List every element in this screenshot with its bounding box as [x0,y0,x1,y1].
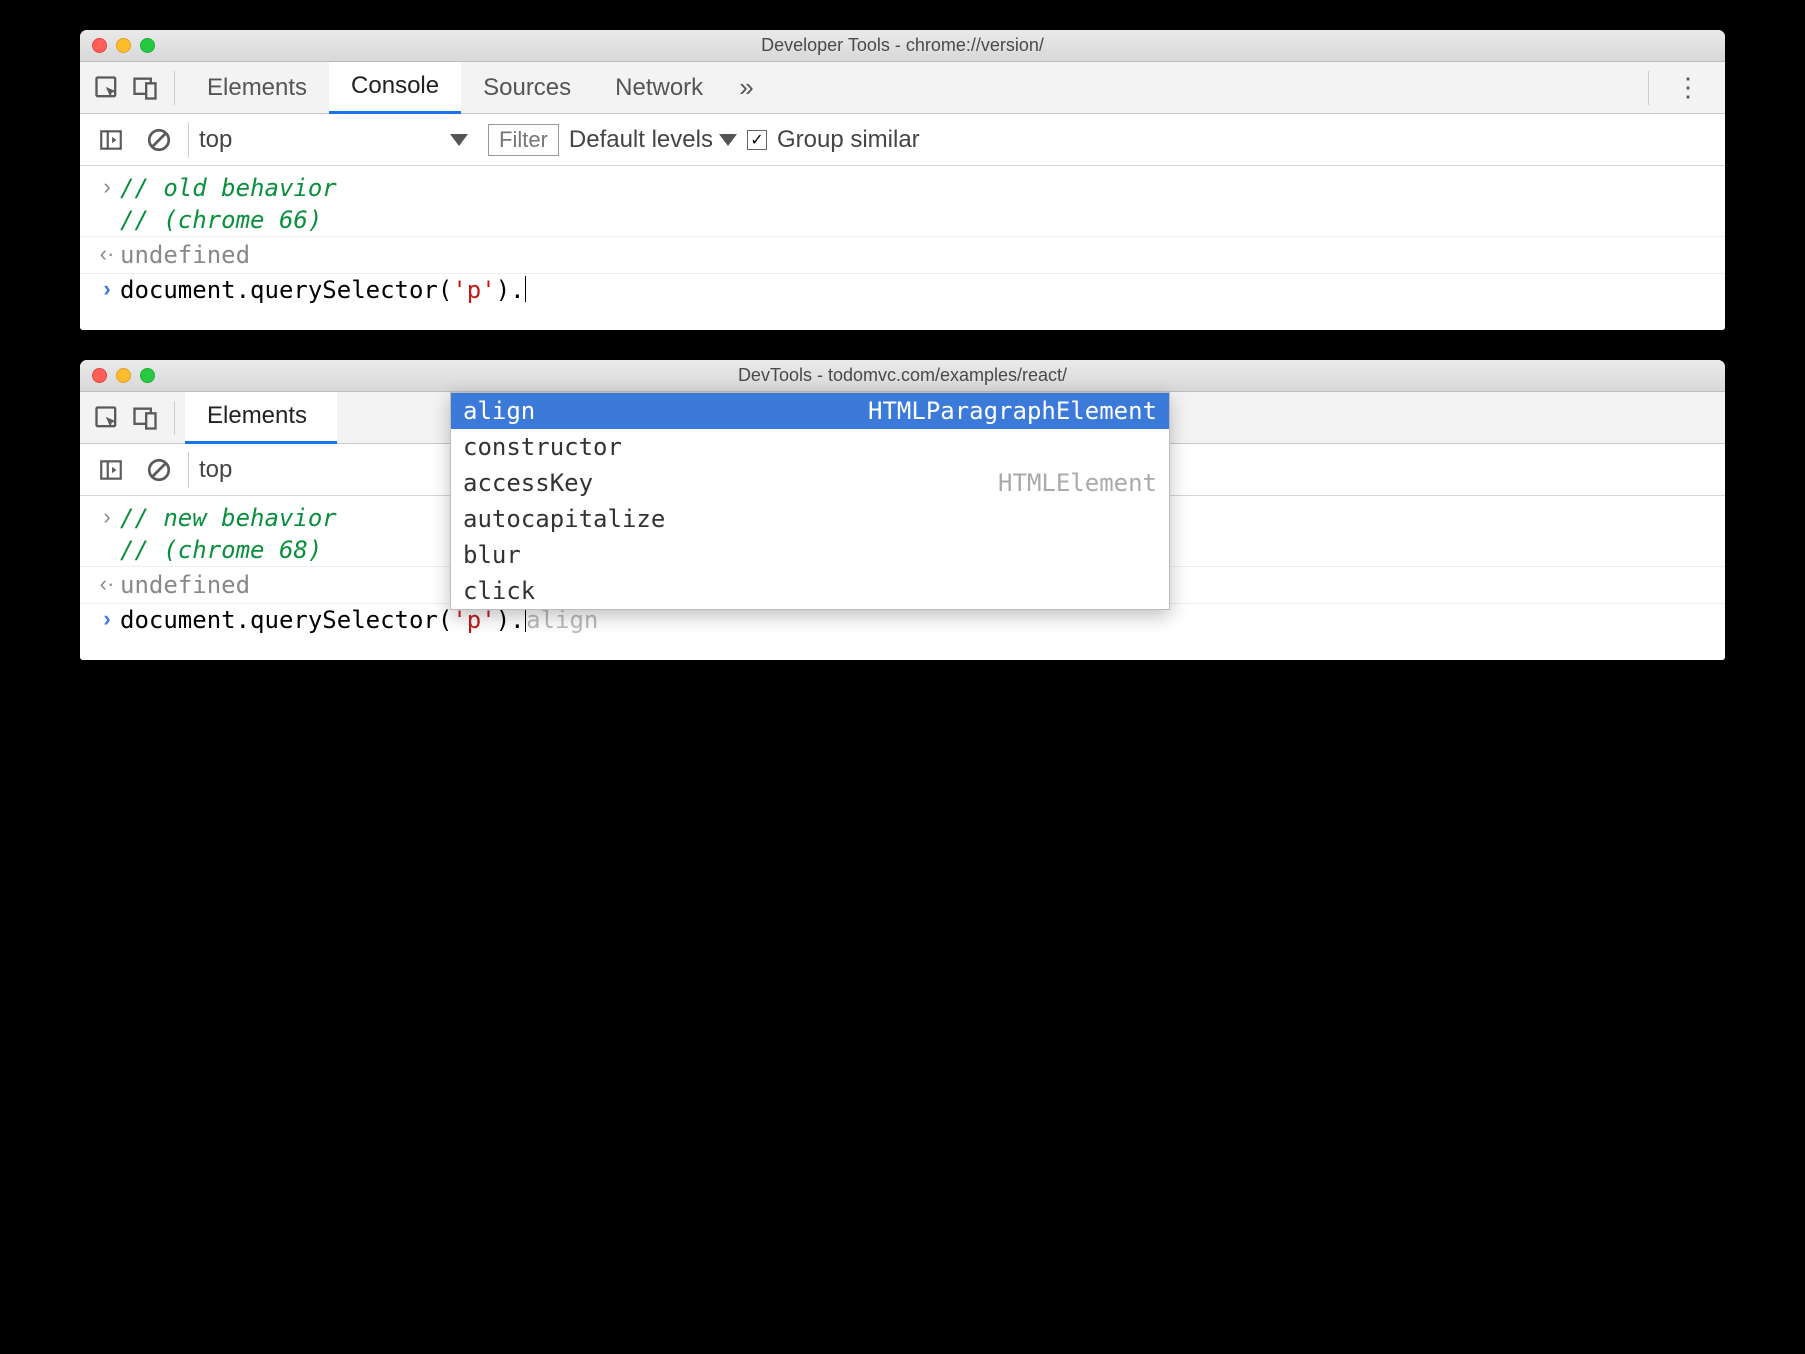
group-similar-checkbox[interactable]: ✓ [747,130,767,150]
close-icon[interactable] [92,38,107,53]
sidebar-toggle-icon[interactable] [92,121,130,159]
ac-name: autocapitalize [463,505,665,533]
ac-meta: HTMLParagraphElement [868,397,1157,425]
divider [174,401,175,435]
tab-elements[interactable]: Elements [185,392,337,444]
ac-meta: HTMLElement [998,469,1157,497]
ac-name: constructor [463,433,622,461]
settings-menu-icon[interactable]: ⋮ [1659,72,1717,103]
ac-name: align [463,397,535,425]
console-log-comment: // (chrome 68) [120,536,322,564]
ac-name: blur [463,541,521,569]
ac-name: accessKey [463,469,593,497]
ac-name: click [463,577,535,605]
devtools-tab-bar: Elements Console Sources Network » ⋮ [80,62,1725,114]
divider [1648,71,1649,105]
close-icon[interactable] [92,368,107,383]
chevron-down-icon [450,134,468,146]
window-title: Developer Tools - chrome://version/ [80,35,1725,56]
autocomplete-item[interactable]: click [451,573,1169,609]
ghost-suggestion: align [526,606,598,634]
console-result: undefined [120,571,250,599]
traffic-lights [92,368,155,383]
group-similar-label: Group similar [777,126,920,154]
autocomplete-item[interactable]: accessKey HTMLElement [451,465,1169,501]
tab-elements[interactable]: Elements [185,62,329,114]
tab-console[interactable]: Console [329,62,461,114]
console-input[interactable]: document.querySelector('p'). [120,276,526,304]
console-output: › // old behavior // (chrome 66) ‹· unde… [80,166,1725,330]
console-log-comment: // old behavior [120,174,337,202]
chevron-down-icon [719,134,737,146]
inspect-icon[interactable] [88,399,126,437]
prompt-icon: › [94,276,120,302]
tabs-overflow-icon[interactable]: » [725,72,767,103]
autocomplete-item-selected[interactable]: align HTMLParagraphElement [451,393,1169,429]
console-log-comment: // new behavior [120,504,337,532]
console-log-comment: // (chrome 66) [120,206,322,234]
window-title: DevTools - todomvc.com/examples/react/ [80,365,1725,386]
clear-console-icon[interactable] [140,451,178,489]
titlebar: Developer Tools - chrome://version/ [80,30,1725,62]
output-marker-icon: ‹· [94,571,120,597]
levels-label: Default levels [569,126,713,154]
divider [174,71,175,105]
input-marker-icon: › [94,174,120,200]
console-result: undefined [120,241,250,269]
device-toggle-icon[interactable] [126,399,164,437]
text-caret [525,276,527,302]
console-input[interactable]: document.querySelector('p').align [120,606,598,634]
minimize-icon[interactable] [116,368,131,383]
autocomplete-item[interactable]: blur [451,537,1169,573]
devtools-window-new: DevTools - todomvc.com/examples/react/ E… [80,360,1725,660]
tab-sources[interactable]: Sources [461,62,593,114]
autocomplete-item[interactable]: constructor [451,429,1169,465]
log-levels-select[interactable]: Default levels [569,126,737,154]
inspect-icon[interactable] [88,69,126,107]
execution-context-select[interactable]: top [188,452,348,488]
filter-input[interactable]: Filter [488,124,559,156]
execution-context-select[interactable]: top [188,122,478,158]
traffic-lights [92,38,155,53]
device-toggle-icon[interactable] [126,69,164,107]
prompt-icon: › [94,606,120,632]
output-marker-icon: ‹· [94,241,120,267]
titlebar: DevTools - todomvc.com/examples/react/ [80,360,1725,392]
tab-network[interactable]: Network [593,62,725,114]
zoom-icon[interactable] [140,38,155,53]
clear-console-icon[interactable] [140,121,178,159]
input-marker-icon: › [94,504,120,530]
scope-label: top [199,456,232,484]
devtools-window-old: Developer Tools - chrome://version/ Elem… [80,30,1725,330]
sidebar-toggle-icon[interactable] [92,451,130,489]
autocomplete-popup: align HTMLParagraphElement constructor a… [450,392,1170,610]
zoom-icon[interactable] [140,368,155,383]
console-toolbar: top Filter Default levels ✓ Group simila… [80,114,1725,166]
scope-label: top [199,126,232,154]
autocomplete-item[interactable]: autocapitalize [451,501,1169,537]
minimize-icon[interactable] [116,38,131,53]
